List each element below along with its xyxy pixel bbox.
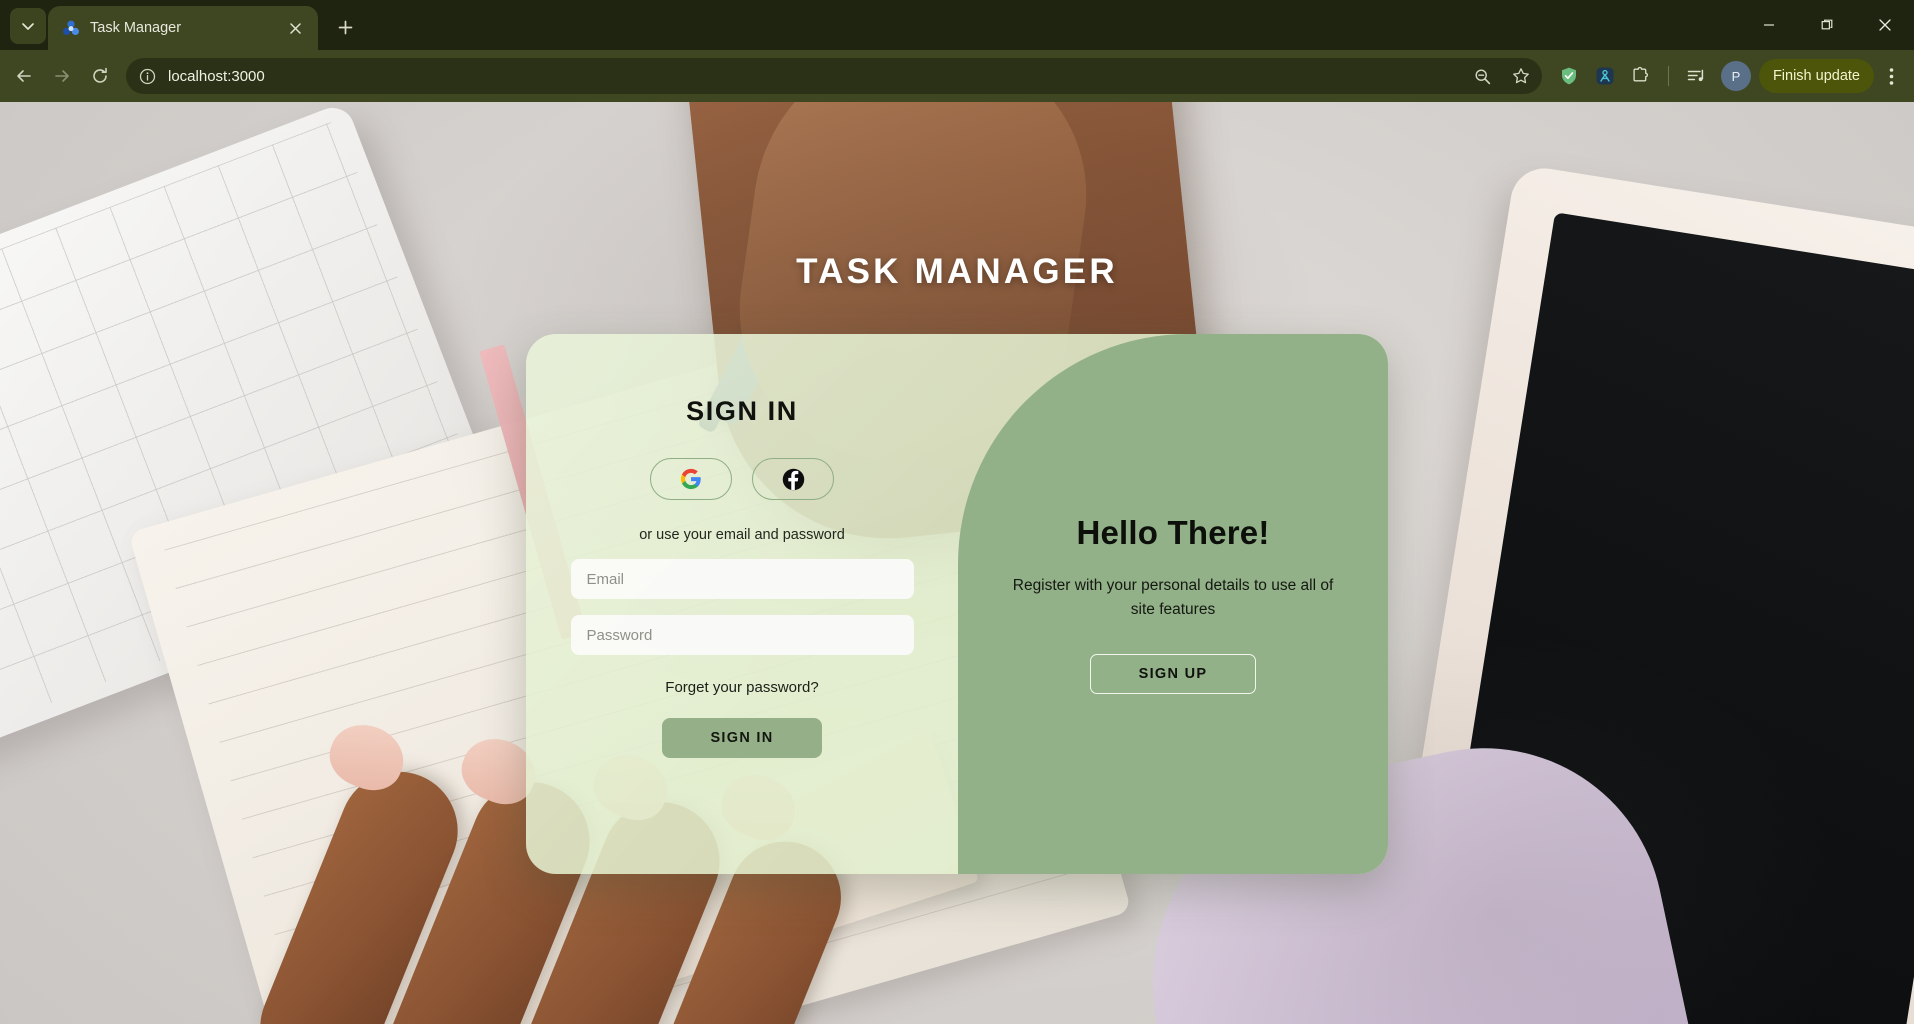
forgot-password-link[interactable]: Forget your password? [665, 679, 818, 696]
reload-icon [93, 67, 107, 83]
page-viewport: TASK MANAGER SIGN IN or use your email a… [0, 102, 1914, 1024]
media-control-button[interactable] [1679, 59, 1713, 93]
email-input[interactable] [570, 559, 914, 599]
page-title: TASK MANAGER [796, 252, 1118, 291]
puzzle-piece-icon [1633, 66, 1648, 82]
social-divider-text: or use your email and password [639, 527, 845, 543]
signup-button[interactable]: SIGN UP [1090, 653, 1256, 694]
browser-toolbar: localhost:3000 P Finish update [0, 50, 1914, 102]
toolbar-divider [1667, 66, 1669, 86]
window-minimize-button[interactable] [1740, 0, 1798, 50]
tab-title: Task Manager [90, 20, 182, 36]
google-logo-icon [680, 468, 701, 490]
arrow-right-icon [55, 70, 69, 82]
extensions-button[interactable] [1624, 59, 1658, 93]
back-button[interactable] [6, 58, 42, 94]
browser-window: Task Manager localhost:3000 P Finish upd… [0, 0, 1914, 1024]
window-maximize-button[interactable] [1798, 0, 1856, 50]
arrow-left-icon [17, 70, 31, 82]
star-icon [1513, 68, 1529, 84]
social-login-row [650, 458, 834, 500]
person-extension-button[interactable] [1588, 59, 1622, 93]
adblock-shield-icon [1561, 67, 1576, 85]
forward-button[interactable] [44, 58, 80, 94]
url-text[interactable]: localhost:3000 [168, 68, 1460, 85]
tab-close-button[interactable] [284, 17, 306, 39]
site-info-button[interactable] [134, 63, 160, 89]
auth-page: TASK MANAGER SIGN IN or use your email a… [0, 102, 1914, 1024]
signin-panel: SIGN IN or use your email and password E… [526, 334, 958, 874]
facebook-signin-button[interactable] [752, 458, 834, 500]
plus-icon [338, 20, 352, 34]
maximize-restore-icon [1821, 19, 1833, 30]
facebook-logo-icon [782, 468, 804, 490]
close-icon [1879, 19, 1891, 31]
google-signin-button[interactable] [650, 458, 732, 500]
info-circle-icon [139, 68, 155, 84]
signin-heading: SIGN IN [686, 396, 798, 426]
auth-card: SIGN IN or use your email and password E… [526, 334, 1388, 874]
chevron-down-icon [22, 23, 34, 30]
tab-strip: Task Manager [0, 0, 1914, 50]
three-dot-menu-icon [1889, 67, 1893, 85]
extension-person-icon [1596, 67, 1614, 85]
close-icon [289, 22, 301, 34]
zoom-out-magnifier-icon [1475, 68, 1491, 84]
media-playlist-icon [1687, 69, 1704, 82]
profile-avatar[interactable]: P [1720, 61, 1751, 91]
window-controls [1740, 0, 1914, 50]
register-description: Register with your personal details to u… [1012, 577, 1334, 618]
zoom-button[interactable] [1468, 61, 1498, 91]
register-heading: Hello There! [1076, 514, 1270, 552]
reload-button[interactable] [82, 58, 118, 94]
bookmark-button[interactable] [1506, 61, 1536, 91]
tab-search-button[interactable] [10, 8, 46, 44]
adblock-extension-button[interactable] [1552, 59, 1586, 93]
register-panel-content: Hello There! Register with your personal… [958, 514, 1388, 694]
signin-submit-button[interactable]: SIGN IN [662, 718, 822, 758]
register-panel: Hello There! Register with your personal… [958, 334, 1388, 874]
app-favicon-icon [62, 19, 80, 37]
minimize-icon [1764, 24, 1774, 26]
address-bar[interactable]: localhost:3000 [126, 58, 1542, 94]
password-input[interactable] [570, 615, 914, 655]
finish-update-button[interactable]: Finish update [1758, 59, 1874, 93]
window-close-button[interactable] [1856, 0, 1914, 50]
browser-menu-button[interactable] [1876, 59, 1906, 93]
browser-tab[interactable]: Task Manager [48, 6, 318, 50]
new-tab-button[interactable] [328, 10, 362, 44]
